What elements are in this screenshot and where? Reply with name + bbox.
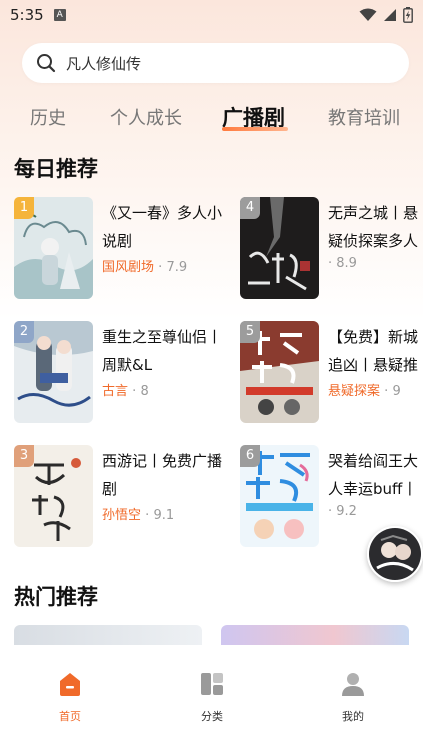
hot-card[interactable] <box>221 625 409 645</box>
search-icon <box>37 54 56 73</box>
nav-label: 我的 <box>342 710 364 723</box>
item-title: 重生之至尊仙侣丨周默&L <box>102 328 223 374</box>
meta-separator: · <box>384 384 389 399</box>
category-icon <box>201 673 223 695</box>
signal-icon <box>384 9 396 21</box>
item-tag: 孙悟空 <box>102 508 142 523</box>
item-meta: · 9.2 <box>328 504 357 519</box>
item-score: 8 <box>140 384 149 399</box>
meta-separator: · <box>328 256 333 271</box>
item-title: 西游记丨免费广播剧 <box>102 452 223 498</box>
status-bar: 5:35 A <box>0 0 423 30</box>
nav-item-profile[interactable]: 我的 <box>313 670 393 724</box>
item-meta: 国风剧场 · 7.9 <box>102 256 187 275</box>
item-title: 哭着给阎王大人幸运buff丨免费 <box>328 452 419 498</box>
nav-item-category[interactable]: 分类 <box>172 670 252 724</box>
meta-separator: · <box>328 504 333 519</box>
meta-separator: · <box>132 384 137 399</box>
section-title-hot: 热门推荐 <box>14 585 98 609</box>
tab-education[interactable]: 教育培训 <box>328 98 400 136</box>
search-input[interactable]: 凡人修仙传 <box>22 43 409 83</box>
rank-badge: 3 <box>14 445 34 467</box>
rank-badge: 2 <box>14 321 34 343</box>
item-score: 9 <box>392 384 401 399</box>
item-title: 无声之城丨悬疑侦探案多人有声剧 <box>328 204 419 250</box>
meta-separator: · <box>158 260 163 275</box>
wifi-icon <box>359 8 377 21</box>
item-score: 8.9 <box>336 256 357 271</box>
status-time: 5:35 <box>10 6 44 24</box>
list-item[interactable]: 5 【免费】新城追凶丨悬疑推理 悬疑探案 · 9 <box>240 321 423 423</box>
list-item[interactable]: 1 《又一春》多人小说剧 国风剧场 · 7.9 <box>14 197 224 299</box>
item-tag: 国风剧场 <box>102 260 155 275</box>
item-title: 《又一春》多人小说剧 <box>102 204 223 250</box>
rank-badge: 4 <box>240 197 260 219</box>
status-icons <box>359 7 413 23</box>
battery-icon <box>403 7 413 23</box>
bottom-navigation: 首页 分类 我的 <box>0 652 423 752</box>
item-score: 9.2 <box>336 504 357 519</box>
tab-personal-growth[interactable]: 个人成长 <box>110 98 182 136</box>
category-tabs: 历史 个人成长 广播剧 教育培训 <box>0 98 423 138</box>
notification-a-icon: A <box>53 9 66 21</box>
item-tag: 悬疑探案 <box>328 384 381 399</box>
active-tab-indicator <box>222 127 288 131</box>
item-score: 9.1 <box>153 508 175 523</box>
tab-history[interactable]: 历史 <box>30 98 66 136</box>
nav-item-home[interactable]: 首页 <box>30 670 110 724</box>
item-tag: 古言 <box>102 384 129 399</box>
nav-label: 分类 <box>201 710 223 723</box>
item-score: 7.9 <box>166 260 188 275</box>
rank-badge: 5 <box>240 321 260 343</box>
meta-separator: · <box>145 508 150 523</box>
profile-icon <box>342 673 364 696</box>
nav-label: 首页 <box>59 710 81 723</box>
rank-badge: 1 <box>14 197 34 219</box>
item-meta: 孙悟空 · 9.1 <box>102 504 174 523</box>
item-meta: 悬疑探案 · 9 <box>328 380 401 399</box>
rank-badge: 6 <box>240 445 260 467</box>
section-title-daily: 每日推荐 <box>14 157 98 181</box>
floating-player-avatar[interactable] <box>367 526 423 582</box>
home-icon <box>60 673 80 696</box>
item-meta: 古言 · 8 <box>102 380 149 399</box>
item-meta: · 8.9 <box>328 256 357 271</box>
hot-card[interactable] <box>14 625 202 645</box>
search-placeholder: 凡人修仙传 <box>66 54 142 73</box>
list-item[interactable]: 2 重生之至尊仙侣丨周默&L 古言 · 8 <box>14 321 224 423</box>
item-title: 【免费】新城追凶丨悬疑推理 <box>328 328 419 374</box>
list-item[interactable]: 4 无声之城丨悬疑侦探案多人有声剧 · 8.9 <box>240 197 423 299</box>
list-item[interactable]: 3 西游记丨免费广播剧 孙悟空 · 9.1 <box>14 445 224 547</box>
